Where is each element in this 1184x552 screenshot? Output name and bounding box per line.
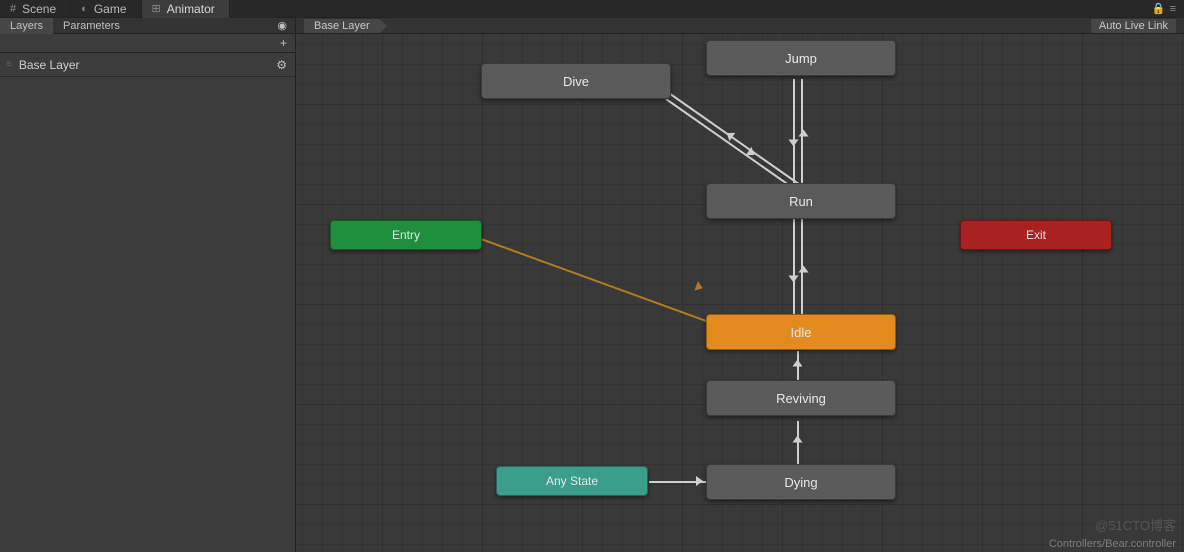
watermark: @51CTO博客 <box>1095 515 1176 534</box>
breadcrumb-bar: Base Layer Auto Live Link <box>296 18 1184 34</box>
node-label: Any State <box>546 474 598 488</box>
plus-icon: + <box>280 36 287 50</box>
asset-path: Controllers/Bear.controller <box>1049 538 1176 550</box>
animator-icon: ⊞ <box>152 2 161 16</box>
transition-run-idle[interactable] <box>793 219 795 319</box>
state-node-jump[interactable]: Jump <box>706 40 896 76</box>
tab-label: Game <box>94 2 127 16</box>
node-label: Entry <box>392 228 420 242</box>
side-tab-parameters[interactable]: Parameters <box>53 18 130 34</box>
arrow-icon <box>793 436 803 443</box>
breadcrumb[interactable]: Base Layer <box>304 19 380 33</box>
arrow-icon <box>799 130 809 137</box>
lock-icon[interactable]: 🔒 <box>1152 2 1166 15</box>
scene-icon: # <box>10 2 16 16</box>
layers-panel: Layers Parameters ◉ + ≡ Base Layer ⚙ <box>0 18 296 552</box>
node-label: Jump <box>785 51 817 66</box>
tab-scene[interactable]: # Scene <box>0 0 71 18</box>
node-label: Dive <box>563 74 589 89</box>
visibility-icon[interactable]: ◉ <box>269 19 295 32</box>
layer-settings-button[interactable]: ⚙ <box>276 58 287 72</box>
tab-right-tools: 🔒 ≡ <box>1144 0 1184 17</box>
arrow-icon <box>696 476 703 486</box>
node-label: Reviving <box>776 391 826 406</box>
transition-jump-run[interactable] <box>793 79 795 189</box>
tab-label: Scene <box>22 2 56 16</box>
node-label: Dying <box>784 475 817 490</box>
add-layer-button[interactable]: + <box>0 34 295 53</box>
state-node-exit[interactable]: Exit <box>960 220 1112 250</box>
state-node-dying[interactable]: Dying <box>706 464 896 500</box>
state-node-idle[interactable]: Idle <box>706 314 896 350</box>
arrow-icon <box>793 360 803 367</box>
workspace: Layers Parameters ◉ + ≡ Base Layer ⚙ Bas… <box>0 18 1184 552</box>
state-node-entry[interactable]: Entry <box>330 220 482 250</box>
game-icon: ◐ <box>81 2 88 16</box>
state-node-run[interactable]: Run <box>706 183 896 219</box>
main-tab-strip: # Scene ◐ Game ⊞ Animator 🔒 ≡ <box>0 0 1184 18</box>
side-tab-layers[interactable]: Layers <box>0 18 53 34</box>
layer-row[interactable]: ≡ Base Layer ⚙ <box>0 53 295 77</box>
animator-graph[interactable]: Base Layer Auto Live Link Dive <box>296 18 1184 552</box>
auto-live-link-button[interactable]: Auto Live Link <box>1091 19 1176 33</box>
drag-handle-icon[interactable]: ≡ <box>6 59 11 70</box>
state-node-any[interactable]: Any State <box>496 466 648 496</box>
node-label: Exit <box>1026 228 1046 242</box>
tab-label: Animator <box>167 2 215 16</box>
state-node-reviving[interactable]: Reviving <box>706 380 896 416</box>
arrow-icon <box>799 266 809 273</box>
pane-menu-icon[interactable]: ≡ <box>1170 3 1176 15</box>
tab-animator[interactable]: ⊞ Animator <box>142 0 230 18</box>
arrow-icon <box>789 276 799 283</box>
tab-game[interactable]: ◐ Game <box>71 0 141 18</box>
arrow-icon <box>695 281 705 293</box>
arrow-icon <box>789 140 799 147</box>
transition-entry-idle[interactable] <box>481 238 717 325</box>
node-label: Run <box>789 194 813 209</box>
layer-name: Base Layer <box>19 58 276 72</box>
layers-panel-tabs: Layers Parameters ◉ <box>0 18 295 34</box>
state-node-dive[interactable]: Dive <box>481 63 671 99</box>
node-label: Idle <box>791 325 812 340</box>
